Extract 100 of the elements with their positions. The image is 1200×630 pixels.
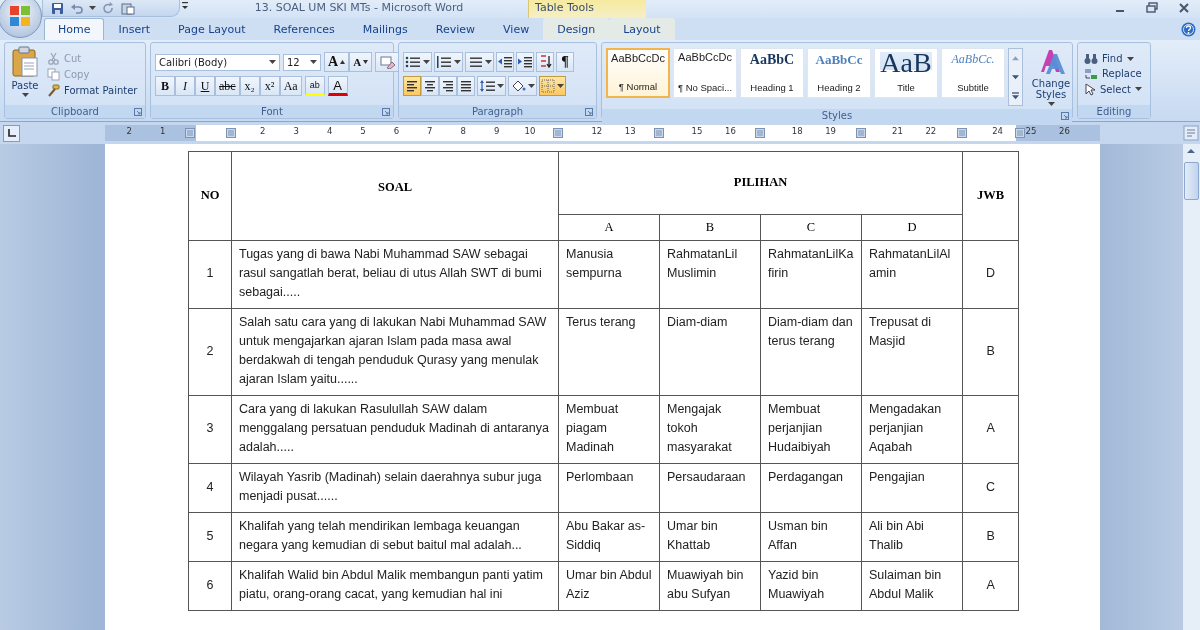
style-preset[interactable]: AaBbCc. Subtitle bbox=[941, 48, 1005, 98]
format-button[interactable]: U bbox=[195, 76, 215, 96]
customize-toolbar-icon[interactable] bbox=[180, 0, 190, 12]
format-button[interactable]: x₂ bbox=[239, 76, 260, 96]
column-marker-icon[interactable] bbox=[755, 128, 765, 138]
dropdown-caret-icon[interactable] bbox=[1126, 56, 1134, 61]
table-cell: 2 bbox=[206, 343, 214, 358]
dropdown-caret-icon[interactable] bbox=[485, 60, 492, 64]
ribbon-tab[interactable]: Layout bbox=[609, 18, 675, 40]
dialog-launcher-icon[interactable] bbox=[134, 108, 142, 116]
restore-icon[interactable] bbox=[1146, 2, 1158, 14]
ribbon-tab[interactable]: References bbox=[259, 18, 349, 40]
save-icon[interactable] bbox=[51, 1, 64, 15]
undo-icon[interactable] bbox=[70, 1, 83, 15]
multilevel-list-button[interactable] bbox=[465, 52, 494, 72]
gallery-scrollbar[interactable] bbox=[1008, 48, 1023, 106]
paste-button[interactable]: Paste bbox=[9, 46, 41, 102]
table-cell-text: Usman bin Affan bbox=[768, 518, 829, 554]
table-cell-text: Cara yang di lakukan Rasulullah SAW dalam menggalang persatuan penduduk Madinah di antaranya adalah..... bbox=[239, 401, 550, 456]
align-right-button[interactable] bbox=[439, 76, 457, 96]
dropdown-caret-icon[interactable] bbox=[1134, 87, 1142, 91]
format-button[interactable]: B bbox=[155, 76, 175, 96]
help-icon[interactable] bbox=[1181, 21, 1196, 37]
dropdown-caret-icon[interactable] bbox=[21, 93, 29, 97]
column-marker-icon[interactable] bbox=[856, 128, 866, 138]
font-family-field[interactable]: Calibri (Body) bbox=[155, 53, 280, 71]
table-cell-text: Membuat perjanjian Hudaibiyah bbox=[768, 401, 832, 456]
align-left-icon bbox=[405, 80, 419, 92]
column-marker-icon[interactable] bbox=[185, 128, 195, 138]
style-preset[interactable]: AaB Title bbox=[874, 48, 938, 98]
dropdown-caret-icon[interactable] bbox=[89, 6, 96, 10]
tab-selector[interactable] bbox=[3, 124, 20, 142]
format-button[interactable]: Aa bbox=[279, 76, 302, 96]
column-marker-icon[interactable] bbox=[553, 128, 563, 138]
ruler-toggle-icon[interactable] bbox=[1183, 125, 1199, 141]
column-marker-icon[interactable] bbox=[654, 128, 664, 138]
table-cell-text: Tugas yang di bawa Nabi Muhammad SAW sebagai rasul sangatlah berat, beliau di utus Allah SWT di bumi sebagai..... bbox=[239, 246, 543, 301]
multilevel-list-icon bbox=[467, 56, 483, 68]
highlight-button[interactable]: ab bbox=[304, 76, 325, 96]
style-preset[interactable]: AaBbCc Heading 2 bbox=[807, 48, 871, 98]
shading-button[interactable] bbox=[508, 76, 537, 96]
dropdown-caret-icon[interactable] bbox=[557, 84, 564, 88]
dropdown-caret-icon[interactable] bbox=[528, 84, 535, 88]
show-marks-button[interactable]: ¶ bbox=[556, 52, 574, 72]
font-size-field[interactable]: 12 bbox=[283, 53, 321, 71]
dropdown-caret-icon[interactable] bbox=[454, 60, 461, 64]
align-center-button[interactable] bbox=[421, 76, 439, 96]
ribbon-tab[interactable]: Insert bbox=[104, 18, 165, 40]
column-marker-icon[interactable] bbox=[957, 128, 967, 138]
dropdown-caret-icon[interactable] bbox=[310, 60, 317, 64]
ribbon-tab[interactable]: Design bbox=[543, 18, 610, 40]
dialog-launcher-icon[interactable] bbox=[382, 108, 390, 116]
horizontal-ruler[interactable]: 2 1 2 3 4 5 6 7 8 9 10 12 13 15 16 18 19 21 22 24 25 26 bbox=[105, 125, 1100, 141]
ribbon-tab[interactable]: Review bbox=[421, 18, 490, 40]
borders-button[interactable] bbox=[539, 76, 566, 96]
format-button[interactable]: x² bbox=[259, 76, 280, 96]
scrollbar-thumb[interactable] bbox=[1184, 162, 1199, 200]
grow-font-button[interactable]: A bbox=[324, 52, 350, 72]
dropdown-caret-icon[interactable] bbox=[497, 84, 504, 88]
font-color-button[interactable]: A bbox=[327, 76, 348, 96]
sort-button[interactable] bbox=[536, 52, 554, 72]
ribbon-tab[interactable]: Home bbox=[44, 18, 105, 40]
shrink-font-button[interactable]: A bbox=[349, 52, 373, 72]
ribbon-tab[interactable]: Page Layout bbox=[164, 18, 260, 40]
ribbon-tab[interactable]: Mailings bbox=[348, 18, 422, 40]
style-preset[interactable]: AaBbCcDc ¶ No Spaci... bbox=[673, 48, 737, 98]
find-button[interactable]: Find bbox=[1082, 51, 1144, 66]
column-marker-icon[interactable] bbox=[226, 128, 236, 138]
numbering-button[interactable] bbox=[434, 52, 463, 72]
paint-bucket-icon bbox=[510, 79, 526, 93]
bullets-button[interactable] bbox=[403, 52, 432, 72]
bullet-list-icon bbox=[405, 56, 421, 68]
ruler-number: 9 bbox=[493, 126, 500, 136]
borders-icon bbox=[541, 79, 555, 93]
dropdown-caret-icon[interactable] bbox=[423, 60, 430, 64]
align-left-button[interactable] bbox=[403, 76, 421, 96]
align-right-icon bbox=[441, 80, 455, 92]
ribbon-tab[interactable]: View bbox=[489, 18, 544, 40]
ruler-number: 6 bbox=[393, 126, 400, 136]
style-preset[interactable]: AaBbCcDc ¶ Normal bbox=[606, 48, 670, 98]
increase-indent-button[interactable] bbox=[516, 52, 534, 72]
dropdown-caret-icon[interactable] bbox=[1047, 102, 1055, 106]
select-button[interactable]: Select bbox=[1082, 81, 1144, 97]
change-styles-button[interactable]: Change Styles bbox=[1026, 48, 1076, 106]
replace-button[interactable]: Replace bbox=[1082, 66, 1144, 81]
clipboard-icon[interactable] bbox=[121, 1, 135, 15]
style-preset[interactable]: AaBbC Heading 1 bbox=[740, 48, 804, 98]
column-marker-icon[interactable] bbox=[1015, 128, 1025, 138]
format-button[interactable]: I bbox=[175, 76, 195, 96]
dropdown-caret-icon[interactable] bbox=[269, 60, 276, 64]
numbered-list-icon bbox=[436, 56, 452, 68]
table-cell-text: Umar bin Khattab bbox=[667, 518, 719, 554]
painter-button[interactable]: Format Painter bbox=[45, 82, 140, 98]
align-justify-button[interactable] bbox=[457, 76, 475, 96]
line-spacing-button[interactable] bbox=[477, 76, 506, 96]
dialog-launcher-icon[interactable] bbox=[585, 108, 593, 116]
decrease-indent-button[interactable] bbox=[496, 52, 514, 72]
format-button[interactable]: abc bbox=[215, 76, 240, 96]
dialog-launcher-icon[interactable] bbox=[1061, 112, 1069, 120]
close-icon[interactable] bbox=[1178, 2, 1190, 14]
